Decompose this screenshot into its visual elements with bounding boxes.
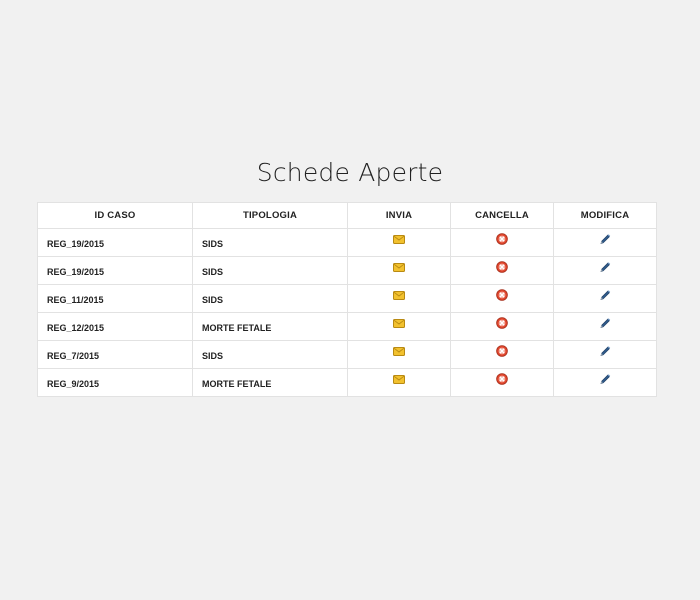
header-cancella: CANCELLA xyxy=(450,202,554,229)
delete-circle-icon[interactable] xyxy=(496,317,508,331)
delete-circle-icon[interactable] xyxy=(496,233,508,247)
pen-icon[interactable] xyxy=(599,289,611,303)
header-modifica: MODIFICA xyxy=(553,202,657,229)
delete-circle-icon[interactable] xyxy=(496,345,508,359)
cell-modifica xyxy=(553,284,657,313)
pen-icon[interactable] xyxy=(599,233,611,247)
cell-invia xyxy=(347,228,451,257)
envelope-icon[interactable] xyxy=(393,346,405,358)
cell-id-caso: REG_12/2015 xyxy=(37,312,193,341)
cell-invia xyxy=(347,368,451,397)
pen-icon[interactable] xyxy=(599,317,611,331)
cell-id-caso: REG_19/2015 xyxy=(37,256,193,285)
cell-id-caso: REG_11/2015 xyxy=(37,284,193,313)
table-row: REG_19/2015 SIDS xyxy=(37,228,657,257)
cell-cancella xyxy=(450,340,554,369)
cell-modifica xyxy=(553,340,657,369)
cell-tipologia: MORTE FETALE xyxy=(192,312,348,341)
envelope-icon[interactable] xyxy=(393,374,405,386)
header-tipologia: TIPOLOGIA xyxy=(192,202,348,229)
cell-tipologia: SIDS xyxy=(192,340,348,369)
cell-id-caso: REG_9/2015 xyxy=(37,368,193,397)
table-row: REG_11/2015 SIDS xyxy=(37,284,657,313)
table-header-row: ID CASO TIPOLOGIA INVIA CANCELLA MODIFIC… xyxy=(37,202,657,229)
envelope-icon[interactable] xyxy=(393,290,405,302)
page: Schede Aperte ID CASO TIPOLOGIA INVIA CA… xyxy=(0,0,700,600)
cell-invia xyxy=(347,312,451,341)
table-row: REG_19/2015 SIDS xyxy=(37,256,657,285)
cell-cancella xyxy=(450,256,554,285)
cell-cancella xyxy=(450,284,554,313)
envelope-icon[interactable] xyxy=(393,318,405,330)
table-row: REG_12/2015 MORTE FETALE xyxy=(37,312,657,341)
page-title: Schede Aperte xyxy=(256,158,444,187)
cell-tipologia: MORTE FETALE xyxy=(192,368,348,397)
pen-icon[interactable] xyxy=(599,373,611,387)
cell-tipologia: SIDS xyxy=(192,228,348,257)
envelope-icon[interactable] xyxy=(393,262,405,274)
delete-circle-icon[interactable] xyxy=(496,261,508,275)
open-cases-table: ID CASO TIPOLOGIA INVIA CANCELLA MODIFIC… xyxy=(37,202,657,397)
cell-modifica xyxy=(553,312,657,341)
delete-circle-icon[interactable] xyxy=(496,289,508,303)
cell-cancella xyxy=(450,228,554,257)
envelope-icon[interactable] xyxy=(393,234,405,246)
table-row: REG_7/2015 SIDS xyxy=(37,340,657,369)
cell-tipologia: SIDS xyxy=(192,284,348,313)
cell-invia xyxy=(347,256,451,285)
pen-icon[interactable] xyxy=(599,345,611,359)
header-id-caso: ID CASO xyxy=(37,202,193,229)
cell-id-caso: REG_7/2015 xyxy=(37,340,193,369)
cell-modifica xyxy=(553,256,657,285)
pen-icon[interactable] xyxy=(599,261,611,275)
table-row: REG_9/2015 MORTE FETALE xyxy=(37,368,657,397)
cell-modifica xyxy=(553,228,657,257)
table-body: REG_19/2015 SIDS REG_19/2015 SIDS REG_11… xyxy=(37,228,657,397)
header-invia: INVIA xyxy=(347,202,451,229)
cell-invia xyxy=(347,340,451,369)
delete-circle-icon[interactable] xyxy=(496,373,508,387)
cell-modifica xyxy=(553,368,657,397)
cell-invia xyxy=(347,284,451,313)
cell-tipologia: SIDS xyxy=(192,256,348,285)
cell-cancella xyxy=(450,368,554,397)
cell-cancella xyxy=(450,312,554,341)
cell-id-caso: REG_19/2015 xyxy=(37,228,193,257)
